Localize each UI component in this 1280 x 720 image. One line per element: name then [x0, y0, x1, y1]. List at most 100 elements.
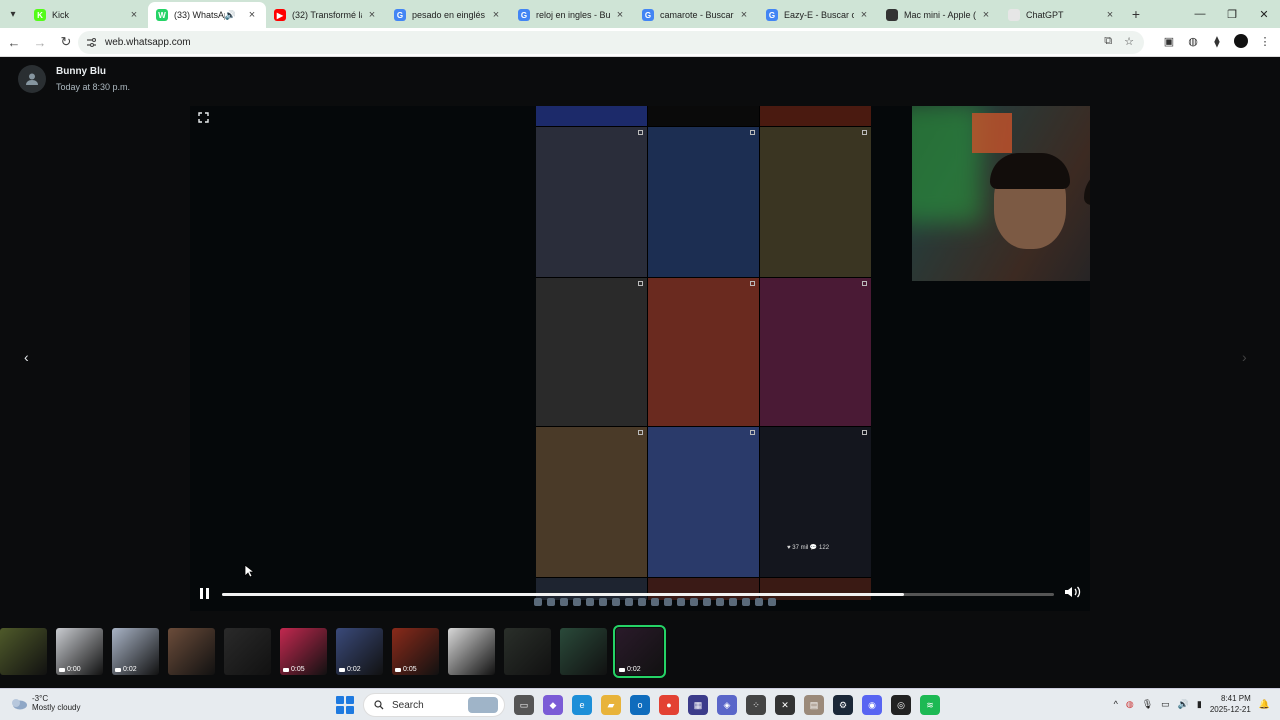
outlook-icon[interactable]: o — [630, 695, 650, 715]
media-thumbnail[interactable]: 0:02 — [336, 628, 383, 675]
capcut-icon[interactable]: ✕ — [775, 695, 795, 715]
copilot-icon[interactable]: ◆ — [543, 695, 563, 715]
frame-corner-icon — [750, 281, 755, 286]
next-media-button[interactable]: › — [1242, 349, 1247, 365]
video-frame-cell — [648, 278, 759, 426]
start-button[interactable] — [336, 696, 354, 714]
weather-widget[interactable]: -3°C Mostly cloudy — [10, 694, 80, 712]
frame-corner-icon — [638, 281, 643, 286]
video-progress-bar[interactable] — [222, 593, 1054, 596]
video-frame-grid — [536, 106, 871, 600]
browser-tab[interactable]: ▶ (32) Transformé la vida × — [266, 2, 386, 28]
network-icon[interactable]: ▭ — [1161, 699, 1170, 710]
apple-favicon-icon — [886, 9, 898, 21]
maximize-button[interactable]: ❐ — [1216, 0, 1248, 28]
tray-app-icon[interactable]: ◍ — [1126, 699, 1134, 710]
close-window-button[interactable]: ✕ — [1248, 0, 1280, 28]
spotify-icon[interactable]: ≋ — [920, 695, 940, 715]
media-thumbnail[interactable] — [448, 628, 495, 675]
browser-menu-icon[interactable]: ⋮ — [1258, 34, 1272, 48]
browser-tab[interactable]: K Kick × — [26, 2, 148, 28]
fullscreen-icon[interactable] — [198, 112, 209, 126]
notification-bell-icon[interactable]: 🔔 — [1259, 699, 1270, 710]
omnibox[interactable]: web.whatsapp.com ⧉ ☆ — [78, 31, 1144, 54]
browser-tab[interactable]: ChatGPT × — [1000, 2, 1124, 28]
apps-grid-icon[interactable]: ⁘ — [746, 695, 766, 715]
tab-audio-icon[interactable]: 🔊 — [225, 10, 236, 21]
media-thumbnail[interactable] — [0, 628, 47, 675]
browser-tab[interactable]: Gpesado en einglés - Busca × — [386, 2, 510, 28]
edge-icon[interactable]: e — [572, 695, 592, 715]
profile-avatar[interactable] — [1234, 34, 1248, 48]
battery-icon[interactable]: ▮ — [1197, 699, 1202, 710]
file-explorer-icon[interactable]: ▰ — [601, 695, 621, 715]
address-bar: ← → ↻ web.whatsapp.com ⧉ ☆ ▣ ◍ ⧫ ⋮ — [0, 28, 1280, 57]
video-camera-icon — [59, 667, 65, 672]
install-app-icon[interactable]: ⧉ — [1104, 35, 1112, 48]
video-frame-cell — [760, 127, 871, 277]
taskbar-search[interactable]: Search — [363, 693, 505, 717]
avatar[interactable] — [18, 65, 46, 93]
media-thumbnail[interactable]: 0:02 — [112, 628, 159, 675]
extension-screen-icon[interactable]: ▣ — [1162, 34, 1176, 48]
video-camera-icon — [395, 667, 401, 672]
whatsapp-favicon-icon: W — [156, 9, 168, 21]
notepad-icon[interactable]: ▤ — [804, 695, 824, 715]
duration-text: 0:02 — [347, 666, 361, 673]
vscode-icon[interactable]: ◈ — [717, 695, 737, 715]
back-button[interactable]: ← — [2, 30, 26, 54]
steam-icon[interactable]: ⚙ — [833, 695, 853, 715]
task-view-icon[interactable]: ▭ — [514, 695, 534, 715]
tab-close-icon[interactable]: × — [614, 9, 626, 21]
browser-tab[interactable]: Mac mini - Apple (CA) × — [878, 2, 1000, 28]
media-thumbnail[interactable]: 0:00 — [56, 628, 103, 675]
tab-close-icon[interactable]: × — [246, 9, 258, 21]
chrome-icon[interactable]: ● — [659, 695, 679, 715]
previous-media-button[interactable]: ‹ — [24, 349, 29, 365]
obs-icon[interactable]: ◎ — [891, 695, 911, 715]
reload-button[interactable]: ↻ — [54, 30, 78, 54]
frame-corner-icon — [750, 130, 755, 135]
tab-close-icon[interactable]: × — [858, 9, 870, 21]
browser-tab[interactable]: Greloj en ingles - Buscar c × — [510, 2, 634, 28]
volume-icon[interactable] — [1064, 585, 1082, 604]
media-thumbnail[interactable]: 0:02 — [613, 625, 666, 678]
media-thumbnail[interactable] — [504, 628, 551, 675]
speaker-icon[interactable]: 🔊 — [1178, 699, 1189, 710]
browser-tab[interactable]: G Eazy-E - Buscar con Goo × — [758, 2, 878, 28]
site-info-icon[interactable] — [86, 37, 97, 48]
tray-overflow-icon[interactable]: ^ — [1114, 699, 1118, 709]
discord-icon[interactable]: ◉ — [862, 695, 882, 715]
video-stats: ♥ 37 mil 💬 122 — [787, 545, 830, 551]
extensions-puzzle-icon[interactable]: ⧫ — [1210, 34, 1224, 48]
clock[interactable]: 8:41 PM 2025-12-21 — [1210, 693, 1251, 715]
tab-close-icon[interactable]: × — [738, 9, 750, 21]
windows-taskbar: -3°C Mostly cloudy Search ▭ ◆ e ▰ o ● ▦ … — [0, 688, 1280, 720]
media-thumbnail[interactable] — [168, 628, 215, 675]
media-thumbnail[interactable]: 0:05 — [280, 628, 327, 675]
media-thumbnail[interactable]: 0:05 — [392, 628, 439, 675]
extension-icon[interactable]: ◍ — [1186, 34, 1200, 48]
microphone-icon[interactable]: 🎙 — [1142, 699, 1153, 710]
store-icon[interactable]: ▦ — [688, 695, 708, 715]
bookmark-star-icon[interactable]: ☆ — [1124, 35, 1134, 48]
tab-close-icon[interactable]: × — [366, 9, 378, 21]
tab-close-icon[interactable]: × — [1104, 9, 1116, 21]
video-player[interactable]: ♥ 37 mil 💬 122 — [190, 106, 1090, 611]
browser-tab[interactable]: W (33) WhatsApp🔊 × — [148, 2, 266, 28]
minimize-button[interactable]: — — [1184, 0, 1216, 28]
tab-close-icon[interactable]: × — [490, 9, 502, 21]
forward-button[interactable]: → — [28, 30, 52, 54]
pause-button[interactable] — [200, 588, 212, 600]
new-tab-button[interactable]: + — [1124, 6, 1148, 22]
browser-tab[interactable]: Gcamarote - Buscar con Go × — [634, 2, 758, 28]
media-thumbnail[interactable] — [560, 628, 607, 675]
sender-time: Today at 8:30 p.m. — [56, 82, 131, 92]
tab-search-button[interactable]: ▾ — [0, 0, 26, 28]
url-text: web.whatsapp.com — [105, 37, 191, 48]
tab-close-icon[interactable]: × — [128, 9, 140, 21]
media-thumbnail[interactable] — [224, 628, 271, 675]
video-frame-cell — [648, 427, 759, 577]
video-frame-cell — [536, 427, 647, 577]
tab-close-icon[interactable]: × — [980, 9, 992, 21]
